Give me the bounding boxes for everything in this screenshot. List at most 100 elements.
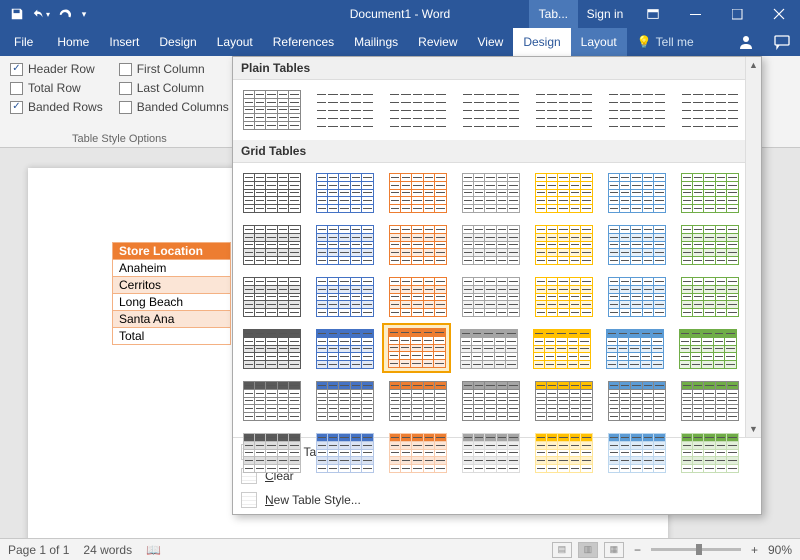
table-style-thumb[interactable]	[529, 376, 598, 426]
table-style-thumb[interactable]	[237, 272, 306, 322]
share-user-icon[interactable]	[728, 34, 764, 50]
table-style-thumb[interactable]	[237, 376, 306, 426]
tab-mailings[interactable]: Mailings	[344, 28, 408, 56]
table-style-thumb[interactable]	[529, 220, 598, 270]
table-tools-tab[interactable]: Tab...	[529, 0, 578, 28]
checkbox-total-row[interactable]: Total Row	[10, 81, 103, 95]
tell-me-search[interactable]: 💡Tell me	[627, 35, 704, 49]
qat-customize-icon[interactable]: ▾	[78, 3, 90, 25]
tab-view[interactable]: View	[468, 28, 514, 56]
table-style-thumb[interactable]	[456, 168, 525, 218]
table-style-thumb[interactable]	[310, 220, 379, 270]
zoom-slider[interactable]	[651, 548, 741, 551]
table-style-thumb[interactable]	[383, 376, 452, 426]
tab-references[interactable]: References	[263, 28, 344, 56]
table-style-thumb[interactable]	[310, 376, 379, 426]
scroll-up-icon[interactable]: ▲	[746, 57, 761, 73]
table-style-thumb[interactable]	[383, 85, 452, 135]
table-style-thumb[interactable]	[310, 428, 379, 478]
table-style-thumb[interactable]	[237, 85, 306, 135]
table-cell[interactable]: Anaheim	[113, 260, 231, 277]
checkbox-banded-rows[interactable]: Banded Rows	[10, 100, 103, 114]
table-style-thumb[interactable]	[456, 85, 525, 135]
tab-design[interactable]: Design	[149, 28, 206, 56]
table-style-thumb[interactable]	[675, 85, 744, 135]
scroll-down-icon[interactable]: ▼	[746, 421, 761, 437]
new-table-style-item[interactable]: New Table Style...	[233, 488, 761, 512]
table-style-thumb[interactable]	[529, 272, 598, 322]
print-layout-icon[interactable]: ▥	[578, 542, 598, 558]
read-mode-icon[interactable]: ▤	[552, 542, 572, 558]
table-cell[interactable]: Long Beach	[113, 294, 231, 311]
tab-insert[interactable]: Insert	[99, 28, 149, 56]
table-cell[interactable]: Total	[113, 328, 231, 345]
redo-icon[interactable]	[54, 3, 76, 25]
zoom-in-button[interactable]: +	[747, 543, 762, 557]
save-icon[interactable]	[6, 3, 28, 25]
web-layout-icon[interactable]: ▦	[604, 542, 624, 558]
table-style-thumb[interactable]	[600, 324, 669, 374]
table-style-thumb[interactable]	[383, 220, 452, 270]
table-style-thumb[interactable]	[529, 85, 598, 135]
page-indicator[interactable]: Page 1 of 1	[8, 543, 69, 557]
table-style-thumb[interactable]	[602, 85, 671, 135]
table-style-thumb[interactable]	[237, 220, 306, 270]
tab-table-design[interactable]: Design	[513, 28, 570, 56]
table-style-thumb[interactable]	[310, 324, 379, 374]
sign-in-button[interactable]: Sign in	[578, 0, 632, 28]
table-style-thumb[interactable]	[675, 376, 744, 426]
undo-icon[interactable]: ▾	[30, 3, 52, 25]
tab-file[interactable]: File	[0, 28, 47, 56]
table-style-thumb[interactable]	[675, 220, 744, 270]
table-style-thumb[interactable]	[310, 168, 379, 218]
table-style-thumb[interactable]	[529, 428, 598, 478]
table-style-thumb[interactable]	[527, 324, 596, 374]
checkbox-last-column[interactable]: Last Column	[119, 81, 229, 95]
word-count[interactable]: 24 words	[83, 543, 132, 557]
table-style-thumb[interactable]	[237, 428, 306, 478]
checkbox-banded-columns[interactable]: Banded Columns	[119, 100, 229, 114]
tab-home[interactable]: Home	[47, 28, 99, 56]
table-style-thumb[interactable]	[456, 272, 525, 322]
table-style-thumb[interactable]	[310, 85, 379, 135]
table-style-thumb[interactable]	[602, 376, 671, 426]
table-style-thumb[interactable]	[673, 324, 742, 374]
checkbox-first-column[interactable]: First Column	[119, 62, 229, 76]
table-style-thumb[interactable]	[454, 324, 523, 374]
proofing-icon[interactable]: 📖	[146, 543, 161, 557]
comments-icon[interactable]	[764, 34, 800, 50]
table-style-thumb[interactable]	[602, 220, 671, 270]
document-table[interactable]: Store Location Anaheim Cerritos Long Bea…	[112, 242, 231, 345]
table-style-thumb[interactable]	[237, 168, 306, 218]
zoom-level[interactable]: 90%	[768, 543, 792, 557]
table-style-thumb[interactable]	[382, 323, 451, 373]
zoom-out-button[interactable]: −	[630, 543, 645, 557]
ribbon-display-options-icon[interactable]	[632, 0, 674, 28]
table-style-thumb[interactable]	[383, 428, 452, 478]
table-cell[interactable]: Cerritos	[113, 277, 231, 294]
tab-layout[interactable]: Layout	[207, 28, 263, 56]
close-button[interactable]	[758, 0, 800, 28]
table-style-thumb[interactable]	[383, 168, 452, 218]
table-style-thumb[interactable]	[456, 220, 525, 270]
table-header-cell[interactable]: Store Location	[113, 243, 231, 260]
table-style-thumb[interactable]	[456, 428, 525, 478]
table-style-thumb[interactable]	[456, 376, 525, 426]
gallery-scrollbar[interactable]: ▲ ▼	[745, 57, 761, 437]
table-style-thumb[interactable]	[237, 324, 306, 374]
table-style-thumb[interactable]	[675, 168, 744, 218]
table-style-thumb[interactable]	[602, 272, 671, 322]
tab-table-layout[interactable]: Layout	[571, 28, 627, 56]
minimize-button[interactable]	[674, 0, 716, 28]
table-style-thumb[interactable]	[529, 168, 598, 218]
maximize-button[interactable]	[716, 0, 758, 28]
table-style-thumb[interactable]	[310, 272, 379, 322]
table-style-thumb[interactable]	[675, 428, 744, 478]
checkbox-header-row[interactable]: Header Row	[10, 62, 103, 76]
table-style-thumb[interactable]	[602, 428, 671, 478]
table-style-thumb[interactable]	[602, 168, 671, 218]
tab-review[interactable]: Review	[408, 28, 467, 56]
table-style-thumb[interactable]	[675, 272, 744, 322]
table-cell[interactable]: Santa Ana	[113, 311, 231, 328]
table-style-thumb[interactable]	[383, 272, 452, 322]
